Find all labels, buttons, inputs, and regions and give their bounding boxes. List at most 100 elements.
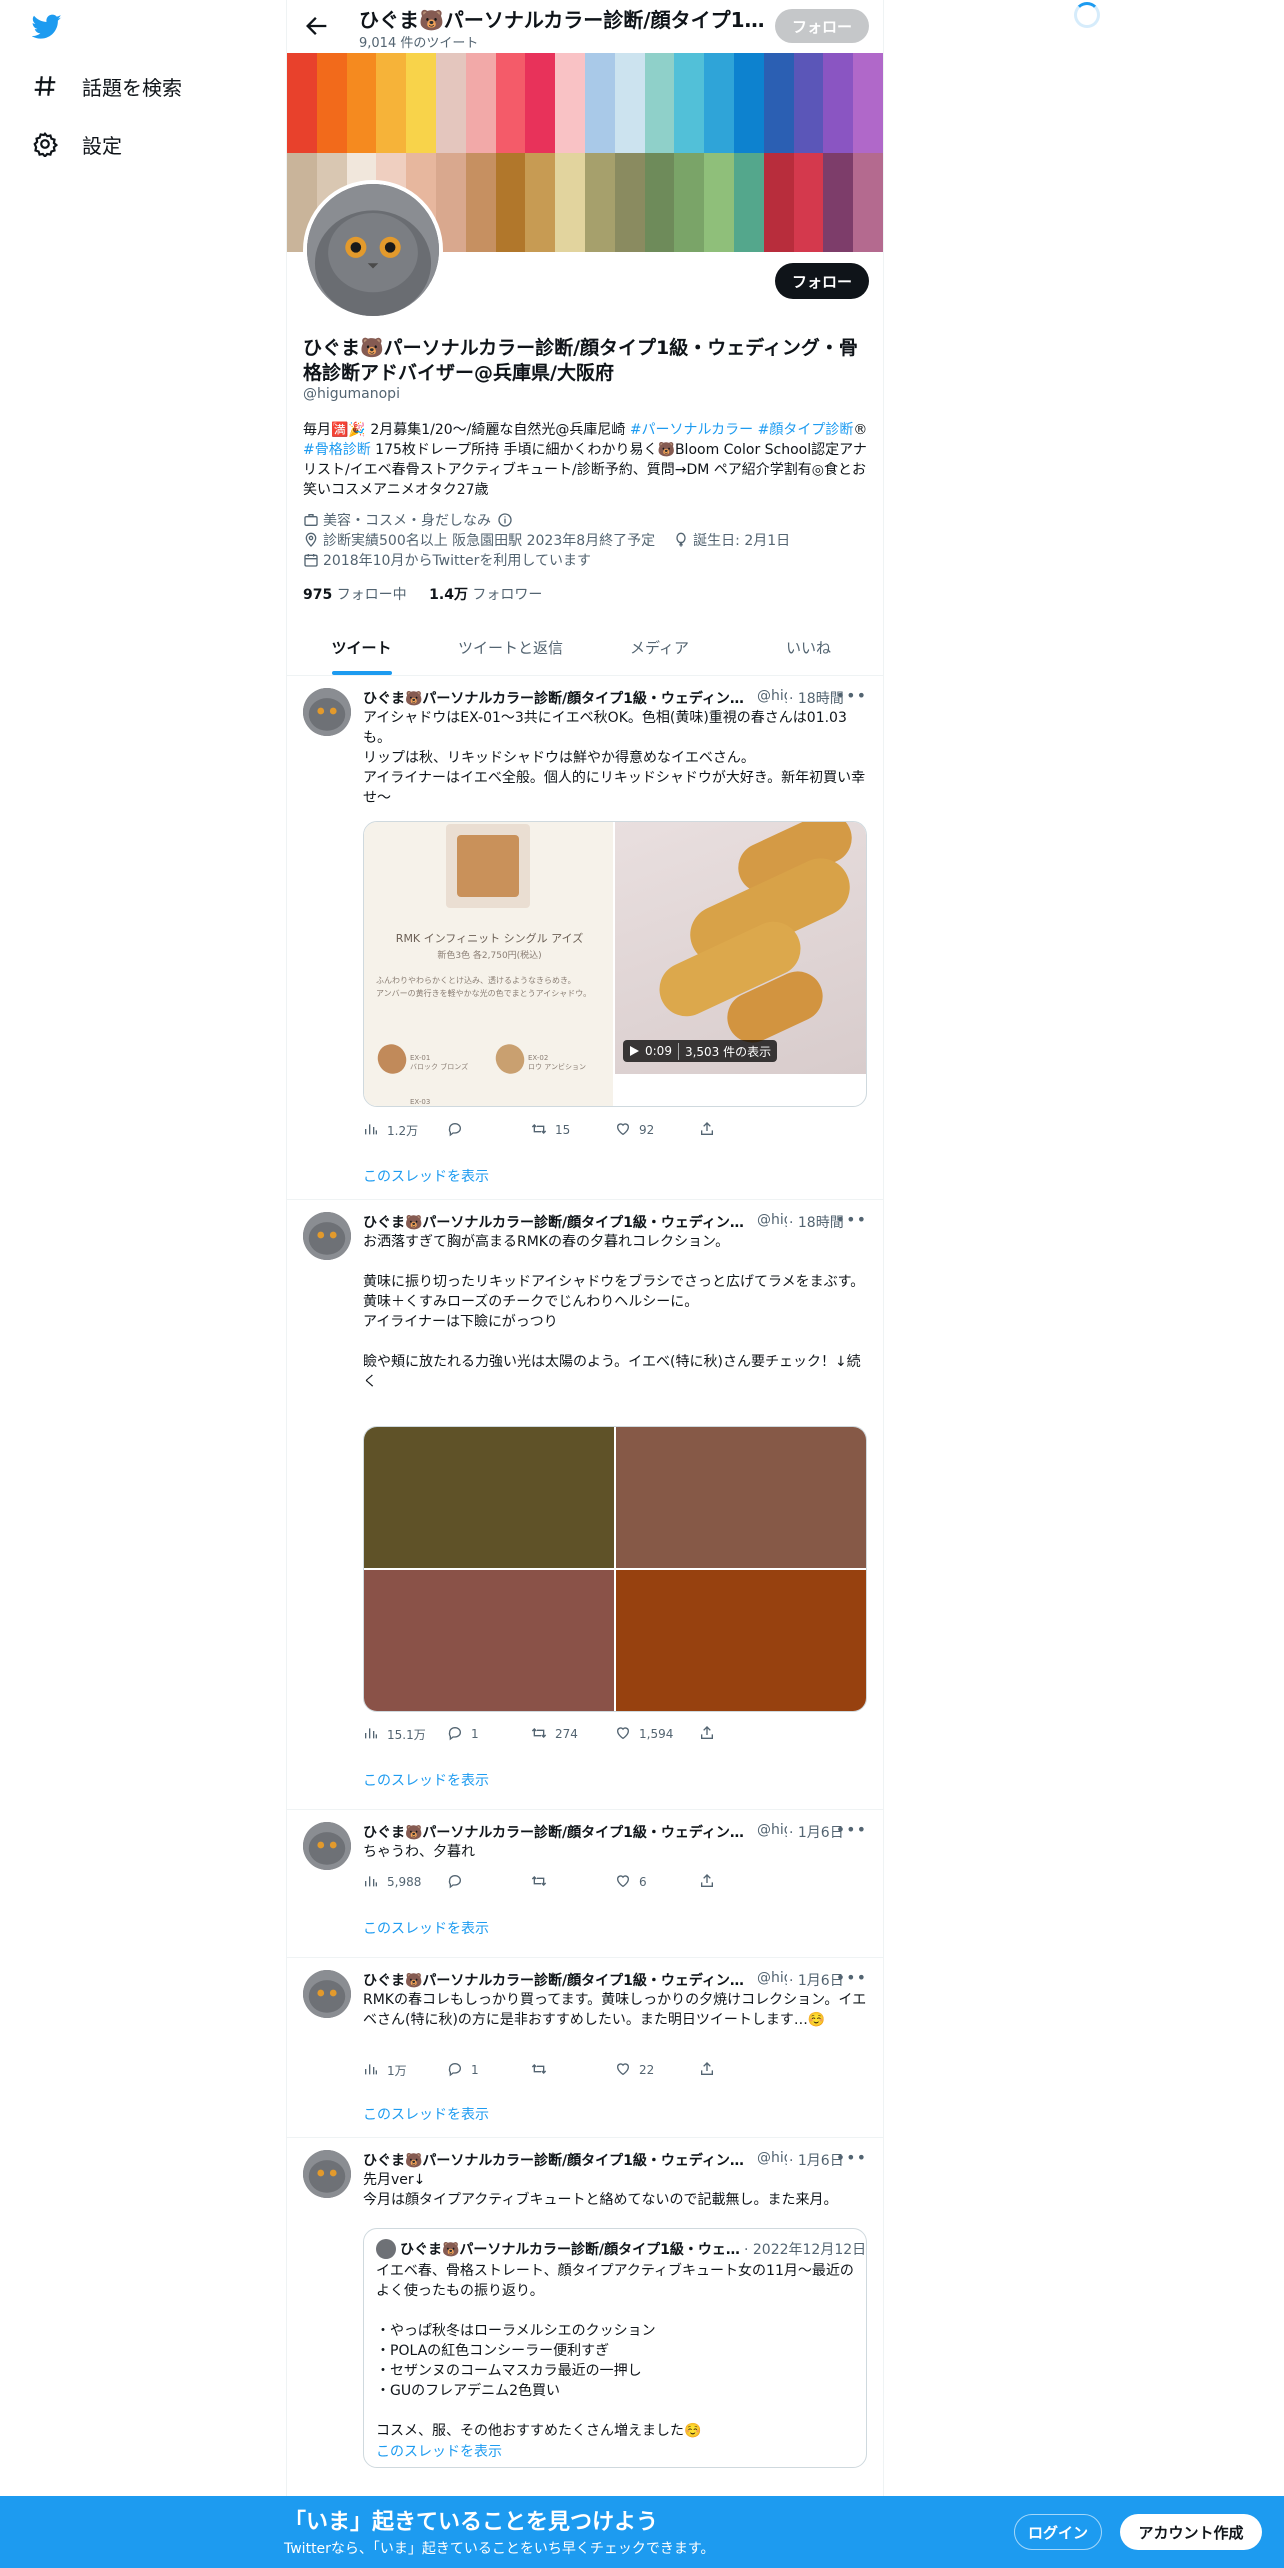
tweet-header: ひぐま🐻パーソナルカラー診断/顔タイプ1級・ウェディング・骨格診断アドバイザー@… (363, 688, 867, 708)
replies-action[interactable] (447, 1120, 531, 1140)
views-icon (363, 2061, 379, 2080)
retweets-action[interactable] (531, 1872, 615, 1892)
tab-media[interactable]: メディア (585, 620, 734, 675)
tweet[interactable]: ひぐま🐻パーソナルカラー診断/顔タイプ1級・ウェディング・骨格診断アドバイザー@… (287, 1958, 883, 2138)
hashtag-link[interactable]: #パーソナルカラー (630, 422, 753, 438)
tweet-author-name[interactable]: ひぐま🐻パーソナルカラー診断/顔タイプ1級・ウェディング・骨格診断アドバイザー@… (363, 1822, 753, 1842)
tweet-count: 9,014 件のツイート (359, 36, 479, 51)
likes-action[interactable]: 6 (615, 1872, 699, 1892)
hashtag-link[interactable]: #顔タイプ診断 (758, 422, 854, 438)
fabric-swatch (704, 53, 734, 153)
avatar[interactable] (303, 1822, 351, 1870)
show-thread-link[interactable]: このスレッドを表示 (363, 1770, 489, 1790)
views-action[interactable]: 5,988 (363, 1872, 447, 1892)
info-icon[interactable] (497, 512, 513, 528)
tweet-author-name[interactable]: ひぐま🐻パーソナルカラー診断/顔タイプ1級・ウェディング・骨格診断アドバイザー@… (363, 688, 753, 708)
media-image[interactable] (364, 1427, 614, 1568)
tab-likes[interactable]: いいね (734, 620, 883, 675)
avatar[interactable] (303, 688, 351, 736)
share-action[interactable] (699, 1724, 783, 1744)
profile-bio: 毎月🈵🎉 2月募集1/20〜/綺麗な自然光@兵庫尼崎 #パーソナルカラー #顔タ… (303, 420, 869, 500)
tab-tweets-replies[interactable]: ツイートと返信 (436, 620, 585, 675)
follow-button-header[interactable]: フォロー (775, 9, 869, 43)
show-thread-link[interactable]: このスレッドを表示 (363, 1166, 489, 1186)
tweet-media[interactable]: RMK インフィニット シングル アイズ 新色3色 各2,750円(税込) ふん… (363, 821, 867, 1107)
card-description: ふんわりやわらかくとけ込み、透けるようなきらめき。 アンバーの黄行きを軽やかな光… (376, 976, 592, 998)
fabric-swatch (823, 152, 854, 252)
followers-link[interactable]: 1.4万 フォロワー (429, 587, 542, 603)
profile-location-row: 診断実績500名以上 阪急園田駅 2023年8月終了予定 誕生日: 2月1日 (303, 530, 790, 550)
fabric-swatch (853, 152, 883, 252)
tweet-author-handle[interactable]: @higumanopi (757, 1212, 787, 1232)
views-action[interactable]: 1.2万 (363, 1120, 447, 1140)
signup-banner: 「いま」起きていることを見つけよう Twitterなら、「いま」起きていることを… (0, 2496, 1284, 2568)
swatch-video[interactable]: 0:09 3,503 件の表示 (615, 822, 866, 1074)
hashtag-link[interactable]: #骨格診断 (303, 442, 371, 458)
more-icon[interactable]: ••• (836, 1968, 867, 1987)
likes-action[interactable]: 1,594 (615, 1724, 699, 1744)
show-thread-link[interactable]: このスレッドを表示 (363, 1918, 489, 1938)
following-link[interactable]: 975 フォロー中 (303, 587, 407, 603)
avatar[interactable] (303, 1212, 351, 1260)
profile-avatar[interactable] (303, 180, 443, 320)
tweet[interactable]: ひぐま🐻パーソナルカラー診断/顔タイプ1級・ウェディング・骨格診断アドバイザー@… (287, 1200, 883, 1810)
tab-tweets[interactable]: ツイート (287, 620, 436, 675)
avatar[interactable] (303, 1970, 351, 2018)
tweet-media-grid[interactable] (363, 1426, 867, 1712)
likes-action[interactable]: 92 (615, 1120, 699, 1140)
tweet-author-handle[interactable]: @higumanopi (757, 1970, 787, 1990)
follow-button[interactable]: フォロー (775, 263, 869, 299)
signup-button[interactable]: アカウント作成 (1120, 2514, 1262, 2550)
quote-tweet[interactable]: ひぐま🐻パーソナルカラー診断/顔タイプ1級・ウェディング・骨格診断アドバイザー@… (363, 2228, 867, 2468)
profile-joined-row: 2018年10月からTwitterを利用しています (303, 550, 591, 570)
show-thread-link[interactable]: このスレッドを表示 (363, 2104, 489, 2124)
fabric-swatch (525, 152, 556, 252)
fabric-swatch (435, 53, 466, 153)
more-icon[interactable]: ••• (836, 2148, 867, 2167)
reply-icon (447, 1121, 463, 1140)
tweet-header: ひぐま🐻パーソナルカラー診断/顔タイプ1級・ウェディング・骨格診断アドバイザー@… (363, 1970, 867, 1990)
retweets-action[interactable]: 15 (531, 1120, 615, 1140)
avatar[interactable] (303, 2150, 351, 2198)
likes-action[interactable]: 22 (615, 2060, 699, 2080)
tweet-author-name[interactable]: ひぐま🐻パーソナルカラー診断/顔タイプ1級・ウェディング・骨格診断アドバイザー@… (363, 1212, 753, 1232)
share-icon (699, 1121, 715, 1140)
retweets-action[interactable] (531, 2060, 615, 2080)
quote-author-name: ひぐま🐻パーソナルカラー診断/顔タイプ1級・ウェディング・骨格診断アドバイザー@… (400, 2242, 740, 2258)
login-button[interactable]: ログイン (1014, 2514, 1102, 2550)
replies-action[interactable]: 1 (447, 2060, 531, 2080)
media-image[interactable] (364, 1570, 614, 1711)
show-thread-link[interactable]: このスレッドを表示 (376, 2441, 502, 2461)
share-action[interactable] (699, 1872, 783, 1892)
more-icon[interactable]: ••• (836, 1820, 867, 1839)
retweets-action[interactable]: 274 (531, 1724, 615, 1744)
tweet-author-name[interactable]: ひぐま🐻パーソナルカラー診断/顔タイプ1級・ウェディング・骨格診断アドバイザー@… (363, 2150, 753, 2170)
media-image[interactable] (616, 1427, 866, 1568)
more-icon[interactable]: ••• (836, 686, 867, 705)
media-image[interactable] (616, 1570, 866, 1711)
sidebar-item-explore[interactable]: 話題を検索 (32, 66, 182, 106)
replies-action[interactable] (447, 1872, 531, 1892)
tweet[interactable]: ひぐま🐻パーソナルカラー診断/顔タイプ1級・ウェディング・骨格診断アドバイザー@… (287, 676, 883, 1200)
reply-icon (447, 1725, 463, 1744)
share-action[interactable] (699, 2060, 783, 2080)
sidebar-item-settings[interactable]: 設定 (32, 124, 122, 164)
like-icon (615, 1121, 631, 1140)
tweet-author-name[interactable]: ひぐま🐻パーソナルカラー診断/顔タイプ1級・ウェディング・骨格診断アドバイザー@… (363, 1970, 753, 1990)
share-action[interactable] (699, 1120, 783, 1140)
views-action[interactable]: 15.1万 (363, 1724, 447, 1744)
tweet-author-handle[interactable]: @higumanopi (757, 2150, 787, 2170)
product-card-image[interactable]: RMK インフィニット シングル アイズ 新色3色 各2,750円(税込) ふん… (364, 822, 615, 1106)
twitter-logo-icon[interactable] (31, 14, 62, 44)
replies-action[interactable]: 1 (447, 1724, 531, 1744)
back-arrow-icon[interactable] (303, 12, 331, 40)
fabric-swatch (287, 53, 317, 153)
tweet-author-handle[interactable]: @higumanopi (757, 688, 787, 708)
views-action[interactable]: 1万 (363, 2060, 447, 2080)
replies-count: 1 (471, 1727, 479, 1741)
share-icon (699, 1873, 715, 1892)
tweet-author-handle[interactable]: @higumanopi (757, 1822, 787, 1842)
fabric-swatch (793, 53, 824, 153)
more-icon[interactable]: ••• (836, 1210, 867, 1229)
tweet[interactable]: ひぐま🐻パーソナルカラー診断/顔タイプ1級・ウェディング・骨格診断アドバイザー@… (287, 1810, 883, 1958)
